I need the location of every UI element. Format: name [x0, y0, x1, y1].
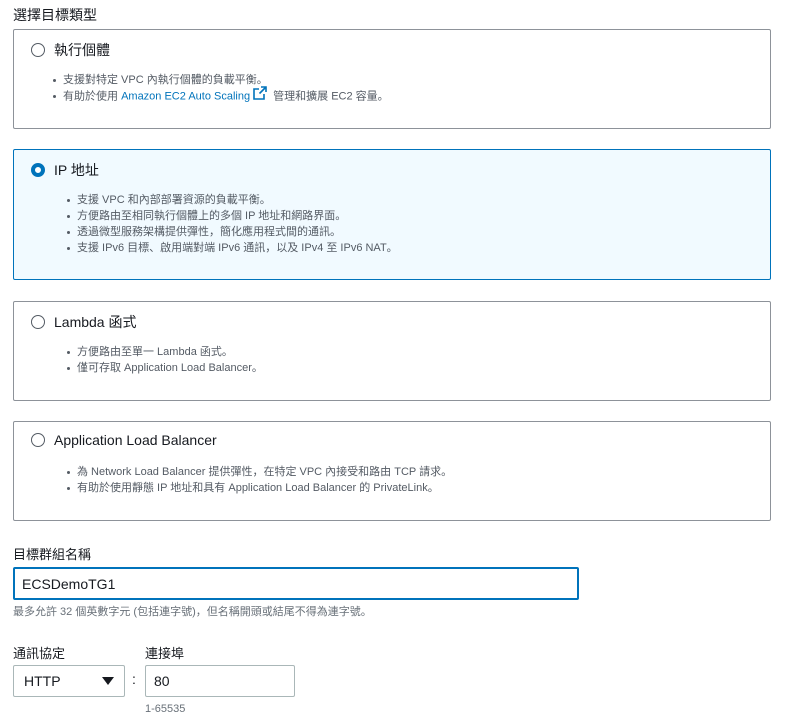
target-group-name-label: 目標群組名稱: [13, 547, 92, 562]
bullet-alb-1: 為 Network Load Balancer 提供彈性，在特定 VPC 內接受…: [66, 466, 453, 478]
bullet-lambda-1: 方便路由至單一 Lambda 函式。: [67, 344, 263, 360]
bullet-ip-2: 方便路由至相同執行個體上的多個 IP 地址和網路界面。: [67, 208, 398, 224]
ec2-auto-scaling-link[interactable]: Amazon EC2 Auto Scaling: [121, 90, 250, 102]
target-type-card-alb[interactable]: Application Load Balancer 為 Network Load…: [13, 421, 771, 521]
section-label-target-type: 選擇目標類型: [13, 7, 97, 23]
port-label: 連接埠: [145, 646, 185, 661]
bullet-instances-2: 有助於使用 Amazon EC2 Auto Scaling 管理和擴展 EC2 …: [53, 86, 389, 105]
target-type-card-ip[interactable]: IP 地址 支援 VPC 和內部部署資源的負載平衡。 方便路由至相同執行個體上的…: [13, 149, 771, 280]
protocol-label: 通訊協定: [13, 646, 66, 661]
port-input[interactable]: [145, 665, 295, 697]
radio-instances[interactable]: [31, 43, 45, 57]
radio-lambda[interactable]: [31, 315, 45, 329]
radio-alb[interactable]: [31, 433, 45, 447]
card-title-alb: Application Load Balancer: [54, 432, 217, 448]
target-group-name-hint: 最多允許 32 個英數字元 (包括連字號)，但名稱開頭或結尾不得為連字號。: [13, 606, 372, 618]
target-type-card-instances[interactable]: 執行個體 支援對特定 VPC 內執行個體的負載平衡。 有助於使用 Amazon …: [13, 29, 771, 129]
bullet-ip-3: 透過微型服務架構提供彈性，簡化應用程式間的通訊。: [67, 224, 398, 240]
target-type-card-lambda[interactable]: Lambda 函式 方便路由至單一 Lambda 函式。 僅可存取 Applic…: [13, 301, 771, 401]
protocol-port-separator: :: [132, 671, 136, 687]
bullet-ip-1: 支援 VPC 和內部部署資源的負載平衡。: [67, 192, 398, 208]
port-hint: 1-65535: [145, 703, 186, 715]
bullet-lambda-2: 僅可存取 Application Load Balancer。: [67, 362, 263, 374]
external-link-icon[interactable]: [253, 86, 267, 105]
radio-ip[interactable]: [31, 163, 45, 177]
bullet-ip-4: 支援 IPv6 目標、啟用端對端 IPv6 通訊，以及 IPv4 至 IPv6 …: [67, 242, 398, 254]
bullet-alb-2: 有助於使用靜態 IP 地址和具有 Application Load Balanc…: [66, 480, 452, 496]
card-title-instances: 執行個體: [54, 42, 110, 58]
protocol-select-value: HTTP: [24, 673, 61, 689]
protocol-select[interactable]: HTTP: [13, 665, 125, 697]
card-title-lambda: Lambda 函式: [54, 314, 137, 330]
caret-down-icon: [102, 673, 114, 689]
card-title-ip: IP 地址: [54, 162, 99, 178]
target-group-name-input[interactable]: [13, 567, 579, 600]
bullet-instances-1: 支援對特定 VPC 內執行個體的負載平衡。: [53, 72, 389, 88]
